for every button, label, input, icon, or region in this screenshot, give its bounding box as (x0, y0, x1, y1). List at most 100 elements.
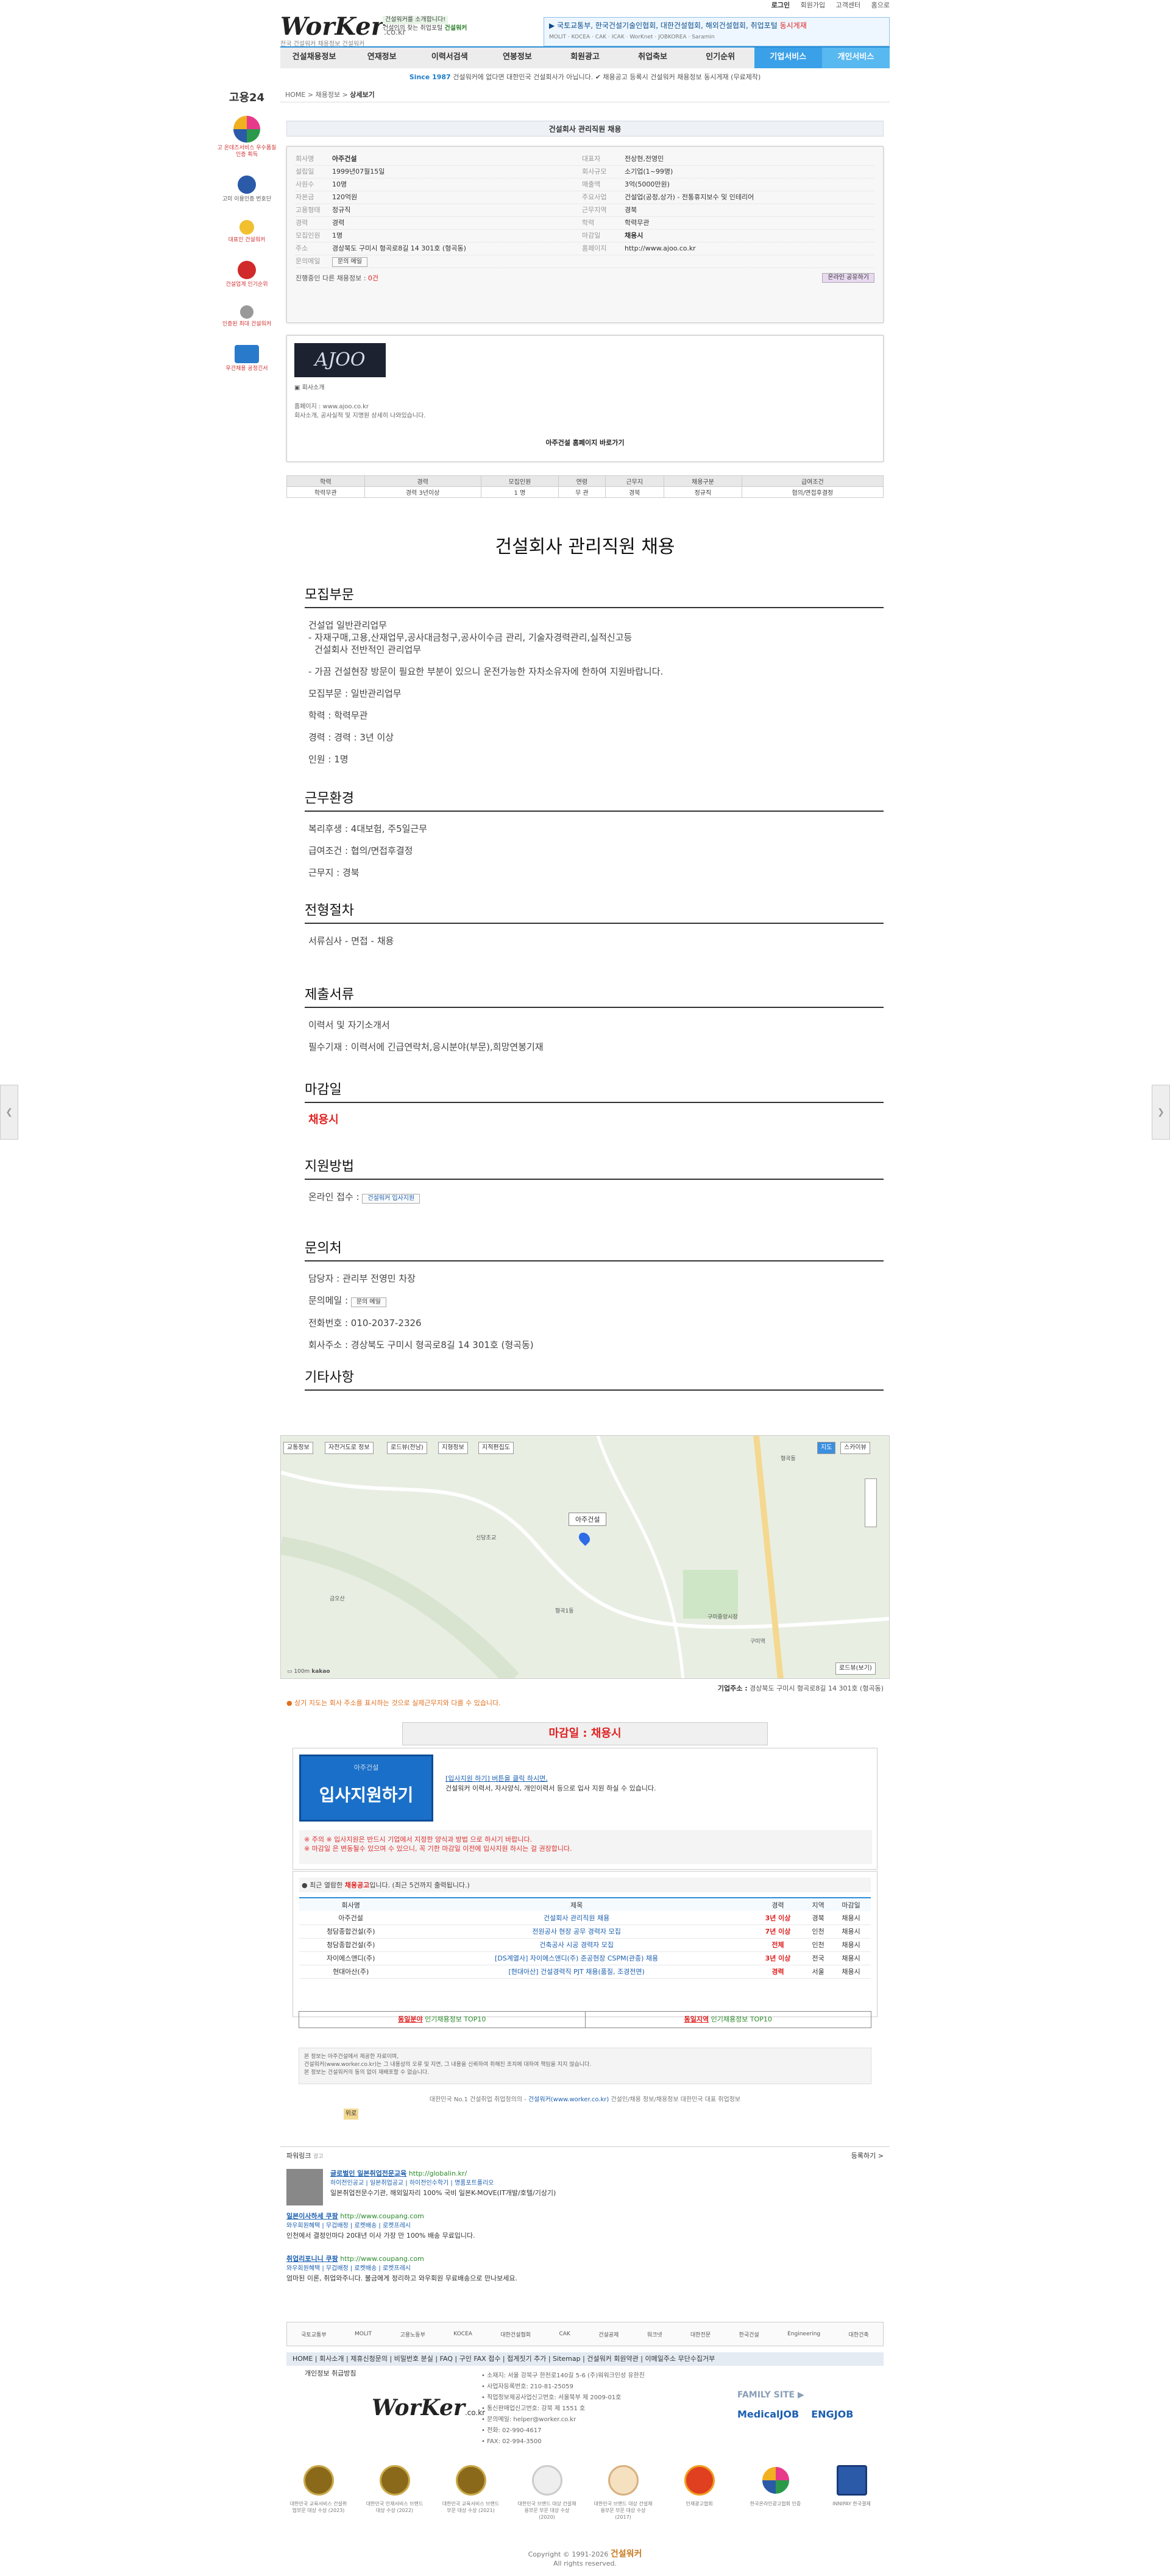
info-row: 고용형태 정규직 근무지역 경북 (296, 204, 874, 217)
ad-thumbnail (286, 2169, 323, 2205)
nav-jobs[interactable]: 건설채용정보 (280, 48, 348, 68)
header-promo-banner[interactable]: 건설워커를 소개합니다! 건설인의 찾는 취업포털 건설워커 (383, 16, 498, 48)
side-badge-3[interactable]: 대표인 건설워커 (216, 220, 277, 244)
map-roadview-button[interactable]: 로드뷰(보기) (835, 1662, 876, 1675)
nav-corporate-service[interactable]: 기업서비스 (754, 48, 822, 68)
medal-icon (455, 2465, 486, 2496)
partner-logo[interactable]: 대한건축 (849, 2330, 869, 2338)
nav-employment-news[interactable]: 취업축보 (619, 48, 687, 68)
nav-salary[interactable]: 연봉정보 (483, 48, 551, 68)
info-row: 경력 경력 학력 학력무관 (296, 217, 874, 230)
login-link[interactable]: 로그인 (771, 1, 790, 9)
location-map[interactable]: 교통정보 자전거도로 정보 로드뷰(전남) 지형정보 지적편집도 지도 스카이뷰… (280, 1435, 890, 1679)
customer-center-link[interactable]: 고객센터 (836, 1, 860, 9)
company-homepage[interactable]: 홈페이지 : www.ajoo.co.kr (294, 402, 876, 411)
footer-logo[interactable]: WorKer.co.kr (372, 2395, 485, 2432)
side-badge-1[interactable]: 고 온데즈서비스 우수품질인증 획득 (216, 116, 277, 158)
partner-logo[interactable]: 국토교통부 (301, 2330, 326, 2338)
map-tab-traffic[interactable]: 교통정보 (283, 1442, 313, 1454)
section-environment: 근무환경 복리후생 : 4대보험, 주5일근무 급여조건 : 협의/면접후결정 … (305, 787, 884, 879)
info-row: 사원수 10명 매출액 3억(5000만원) (296, 179, 874, 191)
side-badge-6[interactable]: 우건채용 공정긴서 (216, 345, 277, 372)
partner-logo[interactable]: 건설공제 (598, 2330, 619, 2338)
side-badge-4[interactable]: 건설업계 인기순위 (216, 261, 277, 288)
left-scroll-arrow[interactable]: ❮ (0, 1085, 18, 1140)
side-badge-5[interactable]: 인증된 최대 건설워커 (216, 305, 277, 328)
online-apply-button[interactable]: 건설워커 입사지원 (362, 1194, 420, 1204)
map-zoom-control[interactable] (865, 1478, 877, 1527)
copyright: Copyright © 1991-2026 건설워커 All rights res… (528, 2549, 642, 2567)
partner-logo[interactable]: 대한전문 (690, 2330, 711, 2338)
partner-logo[interactable]: 워크넷 (647, 2330, 662, 2338)
share-button[interactable]: 온라인 공유하기 (822, 273, 874, 283)
footer-nav[interactable]: HOME | 회사소개 | 제휴신청문의 | 비밀번호 분실 | FAQ | 구… (286, 2352, 884, 2366)
table-row[interactable]: 아주건설 건설회사 관리직원 채용 3년 이상 경북 채용시 (299, 1911, 871, 1925)
section-documents: 제출서류 이력서 및 자기소개서 필수기재 : 이력서에 긴급연락처,응시분야(… (305, 984, 884, 1053)
map-tab-bike[interactable]: 자전거도로 정보 (325, 1442, 374, 1454)
map-tab-roadview[interactable]: 로드뷰(전남) (387, 1442, 427, 1454)
seal-icon (684, 2465, 715, 2496)
side-badge-2[interactable]: 고미 이용인증 번호단 (216, 176, 277, 203)
nav-ranking[interactable]: 인기순위 (687, 48, 754, 68)
medal-icon (303, 2465, 334, 2496)
breadcrumb: HOME > 채용정보 > 상세보기 (280, 89, 890, 102)
left-sidebar: 고용24 고 온데즈서비스 우수품질인증 획득 고미 이용인증 번호단 대표인 … (213, 89, 280, 389)
partner-logo[interactable]: MOLIT (355, 2331, 372, 2337)
privacy-link[interactable]: 개인정보 취급방침 (305, 2368, 356, 2378)
recent-jobs-panel: ● 최근 열람한 채용공고입니다. (최근 5건까지 출력됩니다.) 회사명 제목… (292, 1871, 878, 2017)
tagline: 대한민국 No.1 건설취업 취업청의의 - 건설워커(www.worker.c… (429, 2096, 741, 2103)
crumb-home[interactable]: HOME (285, 91, 305, 99)
ad-register-link[interactable]: 등록하기 > (851, 2151, 884, 2160)
quality-icon (233, 116, 260, 143)
nav-resume-search[interactable]: 이력서검색 (416, 48, 483, 68)
recent-jobs-table: 회사명 제목 경력 지역 마감일 아주건설 건설회사 관리직원 채용 3년 이상 경북 채용시 … (299, 1897, 871, 1979)
join-link[interactable]: 회원가입 (801, 1, 825, 9)
footer-company-info: • 소재지: 서울 강북구 한천로140길 5-6 (주)워워크인성 유한진 • … (481, 2372, 645, 2445)
rank-same-field[interactable]: 동일분야 인기채용정보 TOP10 (299, 2012, 585, 2028)
table-row[interactable]: 현대아산(주) [현대아산] 건설경력직 PJT 채용(품질, 조경전면) 경력 서울… (299, 1965, 871, 1979)
site-logo[interactable]: WorKer.co.kr 전국 건설워커 채용정보 건설워커 (280, 12, 406, 49)
nav-member-ads[interactable]: 회원광고 (551, 48, 619, 68)
rank-same-region[interactable]: 동일지역 인기채용정보 TOP10 (584, 2012, 871, 2028)
job-heading: 건설회사 관리직원 채용 (495, 536, 675, 558)
partner-logo[interactable]: Engineering (787, 2331, 820, 2337)
right-scroll-arrow[interactable]: ❯ (1152, 1085, 1170, 1140)
home-link[interactable]: 홈으로 (871, 1, 890, 9)
job-summary-table: 학력 경력 모집인원 연령 근무지 채용구분 급여조건 학력무관 경력 3년이상 1 명무 관경… (286, 475, 884, 498)
apply-now-button[interactable]: 아주건설 입사지원하기 (299, 1755, 433, 1822)
contact-mail-button[interactable]: 문의 메일 (350, 1297, 386, 1307)
family-engjob[interactable]: ENGJOB (811, 2408, 853, 2420)
ad-item[interactable]: 글로벌인 일본취업전문교육 http://globalin.kr/ 하이전인공교… (286, 2169, 884, 2205)
crumb-jobs[interactable]: 채용정보 (316, 91, 340, 99)
powerlink-ads: 파워링크 광고 등록하기 > 글로벌인 일본취업전문교육 http://globa… (280, 2146, 890, 2323)
section-contact: 문의처 담당자 : 관리부 전영민 차장 문의메일 : 문의 메일 전화번호 :… (305, 1237, 884, 1351)
g-logo-icon (760, 2465, 791, 2496)
fair-hire-icon (235, 345, 259, 363)
map-tab-terrain[interactable]: 지형정보 (438, 1442, 468, 1454)
ad-item[interactable]: 취업리포니니 쿠팡 http://www.coupang.com 와우회원혜택 … (286, 2254, 884, 2283)
top-button[interactable]: 위로 (344, 2109, 358, 2120)
cert-badge: 인재광고협회 (669, 2465, 730, 2532)
partner-logo[interactable]: KOCEA (453, 2331, 472, 2337)
partner-logo[interactable]: 한국건설 (739, 2330, 759, 2338)
table-row[interactable]: 자이에스앤디(주) [DS계열사] 자이에스앤디(주) 준공현장 CSPM(관종)… (299, 1951, 871, 1965)
info-row: 주소 경상북도 구미시 형곡로8길 14 301호 (형곡동) 홈페이지 http:/… (296, 243, 874, 255)
family-medicaljob[interactable]: MedicalJOB (737, 2408, 799, 2420)
table-row[interactable]: 청담종합건설(주) 건축공사 시공 경력자 모집 전체 인천 채용시 (299, 1938, 871, 1952)
nav-personal-service[interactable]: 개인서비스 (821, 48, 890, 68)
ad-item[interactable]: 일본이사하세 쿠팡 http://www.coupang.com 와우회원혜택 … (286, 2212, 884, 2241)
map-tab-cadastral[interactable]: 지적편집도 (478, 1442, 514, 1454)
partner-logo[interactable]: 고용노동부 (400, 2330, 425, 2338)
header-news-ticker[interactable]: ▶ 국토교통부, 한국건설기술인협회, 대한건설협회, 해외건설협회, 취업포털… (544, 17, 890, 46)
go24-logo[interactable]: 고용24 (213, 89, 280, 105)
homepage-link[interactable]: http://www.ajoo.co.kr (619, 243, 874, 255)
nav-series[interactable]: 연재정보 (348, 48, 416, 68)
partner-logo[interactable]: CAK (559, 2331, 570, 2337)
company-homepage-link[interactable]: 아주건설 홈페이지 바로가기 (294, 438, 876, 447)
map-view-normal[interactable]: 지도 (817, 1442, 836, 1454)
partner-logo[interactable]: 대한건설협회 (500, 2330, 531, 2338)
info-row: 모집인원 1명 마감일 채용시 (296, 230, 874, 243)
table-row[interactable]: 청담종합건설(주) 전원공사 현장 공무 경력자 모집 7년 이상 인천 채용시 (299, 1925, 871, 1939)
map-view-sky[interactable]: 스카이뷰 (840, 1442, 870, 1454)
inquiry-mail-button[interactable]: 문의 메일 (332, 257, 367, 267)
